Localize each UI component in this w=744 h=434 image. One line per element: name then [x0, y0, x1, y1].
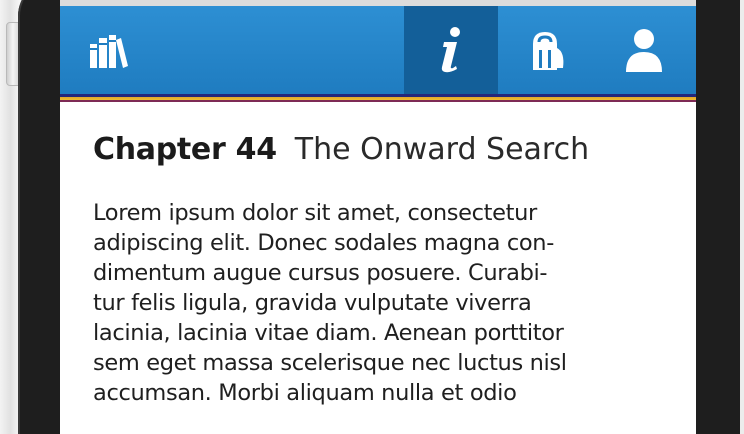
nav-backpack-button[interactable]	[498, 6, 592, 94]
nav-profile-button[interactable]	[592, 6, 696, 94]
backpack-icon	[523, 28, 567, 72]
body-line: adipiscing elit. Donec sodales magna con…	[93, 230, 554, 256]
device-frame: Chapter 44 The Onward Search Lorem ipsum …	[0, 0, 744, 434]
library-books-icon	[88, 30, 128, 70]
app-screen: Chapter 44 The Onward Search Lorem ipsum …	[60, 0, 696, 434]
nav-info-button[interactable]	[404, 6, 498, 94]
body-line: Lorem ipsum dolor sit amet, consectetur	[93, 200, 537, 226]
chapter-title: The Onward Search	[294, 132, 590, 167]
body-line: sem eget massa scelerisque nec luctus ni…	[93, 350, 567, 376]
body-line: tur felis ligula, gravida vulputate vive…	[93, 290, 532, 316]
app-navbar	[60, 6, 696, 94]
chapter-number: Chapter 44	[93, 132, 277, 167]
body-line: accumsan. Morbi aliquam nulla et odio	[93, 380, 517, 406]
info-icon	[436, 26, 466, 74]
chapter-body: Lorem ipsum dolor sit amet, consectetur …	[93, 198, 678, 408]
brand-stripe	[60, 94, 696, 102]
reader-content: Chapter 44 The Onward Search Lorem ipsum …	[93, 102, 673, 408]
user-icon	[624, 28, 664, 72]
chapter-heading: Chapter 44 The Onward Search	[93, 130, 673, 170]
body-line: dimentum augue cursus posuere. Curabi-	[93, 260, 548, 286]
nav-library-button[interactable]	[60, 6, 156, 94]
body-line: lacinia, lacinia vitae diam. Aenean port…	[93, 320, 564, 346]
